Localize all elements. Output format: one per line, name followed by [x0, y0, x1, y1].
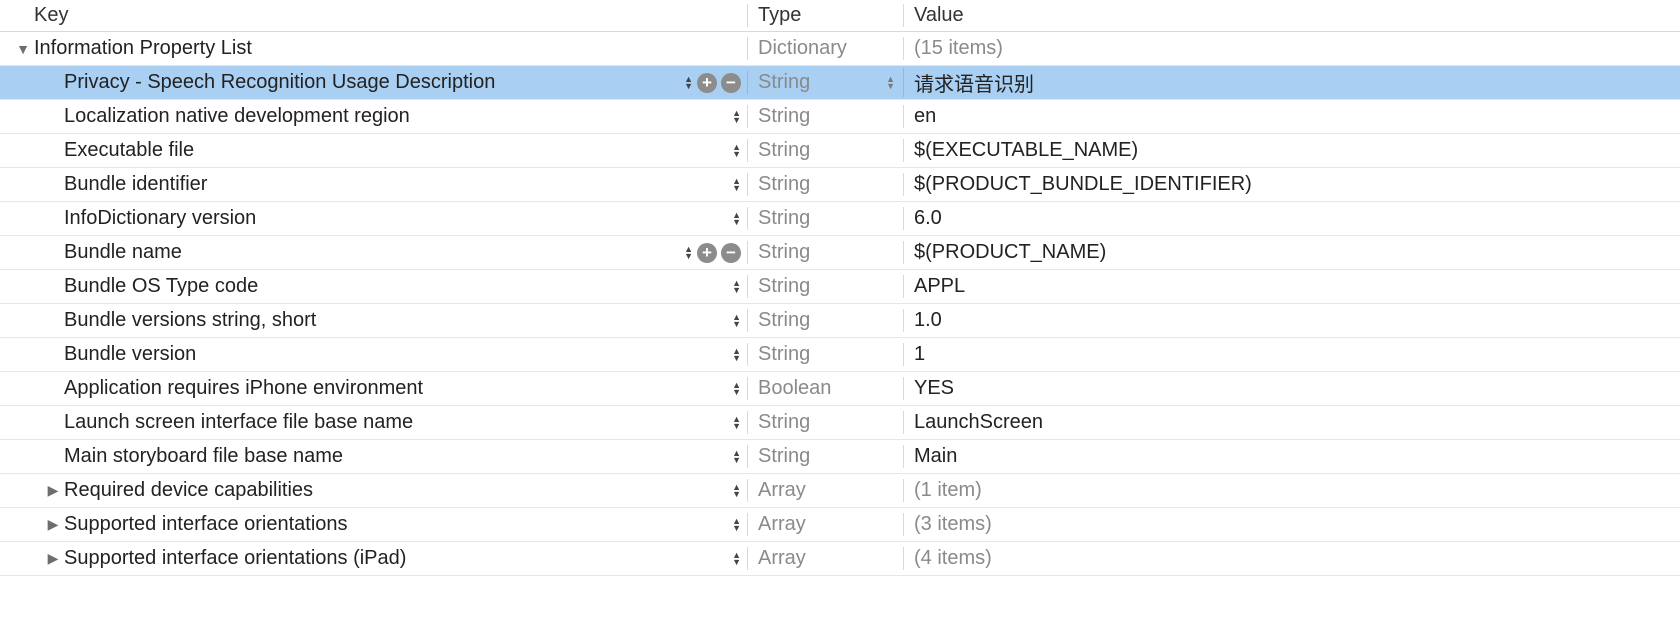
row-value[interactable]: 请求语音识别: [914, 68, 1034, 97]
row-type: String: [758, 343, 810, 366]
add-row-button[interactable]: +: [697, 243, 717, 263]
row-type: String: [758, 309, 810, 332]
key-stepper-icon[interactable]: ▲▼: [732, 382, 741, 396]
disclosure-right-icon[interactable]: ▶: [44, 482, 62, 499]
row-value[interactable]: APPL: [914, 275, 965, 298]
row-value[interactable]: Main: [914, 445, 957, 468]
row-type: String: [758, 105, 810, 128]
key-stepper-icon[interactable]: ▲▼: [732, 314, 741, 328]
key-stepper-icon[interactable]: ▲▼: [732, 144, 741, 158]
remove-row-button[interactable]: −: [721, 73, 741, 93]
row-key: Supported interface orientations: [64, 513, 348, 536]
key-stepper-icon[interactable]: ▲▼: [732, 416, 741, 430]
add-row-button[interactable]: +: [697, 73, 717, 93]
root-key: Information Property List: [34, 37, 252, 60]
row-value[interactable]: $(PRODUCT_BUNDLE_IDENTIFIER): [914, 173, 1252, 196]
row-type: Array: [758, 547, 806, 570]
header-value[interactable]: Value: [903, 4, 1680, 27]
row-value[interactable]: $(EXECUTABLE_NAME): [914, 139, 1138, 162]
row-type: String: [758, 445, 810, 468]
key-stepper-icon[interactable]: ▲▼: [732, 110, 741, 124]
table-row[interactable]: Main storyboard file base name ▲▼ String Ma…: [0, 440, 1680, 474]
row-key: Bundle versions string, short: [64, 309, 316, 332]
row-value[interactable]: 1.0: [914, 309, 942, 332]
table-row[interactable]: Bundle name ▲▼ +−String $(PRODUCT_NAME): [0, 236, 1680, 270]
row-type: String: [758, 207, 810, 230]
row-value[interactable]: (3 items): [914, 513, 992, 536]
type-stepper-icon[interactable]: ▲▼: [886, 76, 895, 90]
row-key: Executable file: [64, 139, 194, 162]
row-value[interactable]: 6.0: [914, 207, 942, 230]
key-stepper-icon[interactable]: ▲▼: [684, 76, 693, 90]
row-value[interactable]: LaunchScreen: [914, 411, 1043, 434]
table-row[interactable]: Bundle version ▲▼ String 1: [0, 338, 1680, 372]
row-key: Privacy - Speech Recognition Usage Descr…: [64, 71, 495, 94]
row-key: Localization native development region: [64, 105, 410, 128]
row-key: Launch screen interface file base name: [64, 411, 413, 434]
root-value: (15 items): [914, 37, 1003, 60]
table-row[interactable]: Privacy - Speech Recognition Usage Descr…: [0, 66, 1680, 100]
key-stepper-icon[interactable]: ▲▼: [732, 484, 741, 498]
row-value[interactable]: en: [914, 105, 936, 128]
row-key: Supported interface orientations (iPad): [64, 547, 406, 570]
row-value[interactable]: (4 items): [914, 547, 992, 570]
table-row[interactable]: ▶Supported interface orientations (iPad)…: [0, 542, 1680, 576]
key-stepper-icon[interactable]: ▲▼: [732, 450, 741, 464]
table-row[interactable]: ▶Required device capabilities ▲▼ Array (1 i…: [0, 474, 1680, 508]
key-stepper-icon[interactable]: ▲▼: [732, 212, 741, 226]
table-row[interactable]: Bundle OS Type code ▲▼ String APPL: [0, 270, 1680, 304]
row-type: Array: [758, 513, 806, 536]
row-key: Bundle version: [64, 343, 196, 366]
table-row[interactable]: ▶Supported interface orientations ▲▼ Array…: [0, 508, 1680, 542]
row-key: Bundle OS Type code: [64, 275, 258, 298]
table-row[interactable]: InfoDictionary version ▲▼ String 6.0: [0, 202, 1680, 236]
row-value[interactable]: YES: [914, 377, 954, 400]
table-row[interactable]: Executable file ▲▼ String $(EXECUTABLE_NAME…: [0, 134, 1680, 168]
row-type: Boolean: [758, 377, 831, 400]
remove-row-button[interactable]: −: [721, 243, 741, 263]
plist-table: Key Type Value ▼ Information Property Li…: [0, 0, 1680, 576]
disclosure-down-icon[interactable]: ▼: [14, 41, 32, 57]
key-stepper-icon[interactable]: ▲▼: [732, 178, 741, 192]
row-key: Required device capabilities: [64, 479, 313, 502]
row-type: String: [758, 411, 810, 434]
table-row[interactable]: Bundle versions string, short ▲▼ String 1.0: [0, 304, 1680, 338]
table-row[interactable]: Launch screen interface file base name ▲▼…: [0, 406, 1680, 440]
row-type: Array: [758, 479, 806, 502]
table-row[interactable]: Localization native development region ▲▼…: [0, 100, 1680, 134]
disclosure-right-icon[interactable]: ▶: [44, 516, 62, 533]
row-value[interactable]: 1: [914, 343, 925, 366]
row-type: String: [758, 139, 810, 162]
row-value[interactable]: (1 item): [914, 479, 982, 502]
key-stepper-icon[interactable]: ▲▼: [732, 348, 741, 362]
row-type: String: [758, 275, 810, 298]
row-key: Bundle identifier: [64, 173, 207, 196]
row-key: InfoDictionary version: [64, 207, 256, 230]
table-row[interactable]: Bundle identifier ▲▼ String $(PRODUCT_BUNDL…: [0, 168, 1680, 202]
row-type: String: [758, 173, 810, 196]
row-value[interactable]: $(PRODUCT_NAME): [914, 241, 1106, 264]
key-stepper-icon[interactable]: ▲▼: [732, 280, 741, 294]
row-key: Main storyboard file base name: [64, 445, 343, 468]
header-key[interactable]: Key: [0, 4, 747, 27]
row-key: Application requires iPhone environment: [64, 377, 423, 400]
row-key: Bundle name: [64, 241, 182, 264]
table-row[interactable]: Application requires iPhone environment ▲…: [0, 372, 1680, 406]
column-headers: Key Type Value: [0, 0, 1680, 32]
key-stepper-icon[interactable]: ▲▼: [684, 246, 693, 260]
row-type: String: [758, 241, 810, 264]
row-type: String: [758, 71, 810, 94]
root-type: Dictionary: [758, 37, 847, 60]
header-type[interactable]: Type: [747, 4, 903, 27]
key-stepper-icon[interactable]: ▲▼: [732, 518, 741, 532]
key-stepper-icon[interactable]: ▲▼: [732, 552, 741, 566]
disclosure-right-icon[interactable]: ▶: [44, 550, 62, 567]
root-row[interactable]: ▼ Information Property List Dictionary (…: [0, 32, 1680, 66]
